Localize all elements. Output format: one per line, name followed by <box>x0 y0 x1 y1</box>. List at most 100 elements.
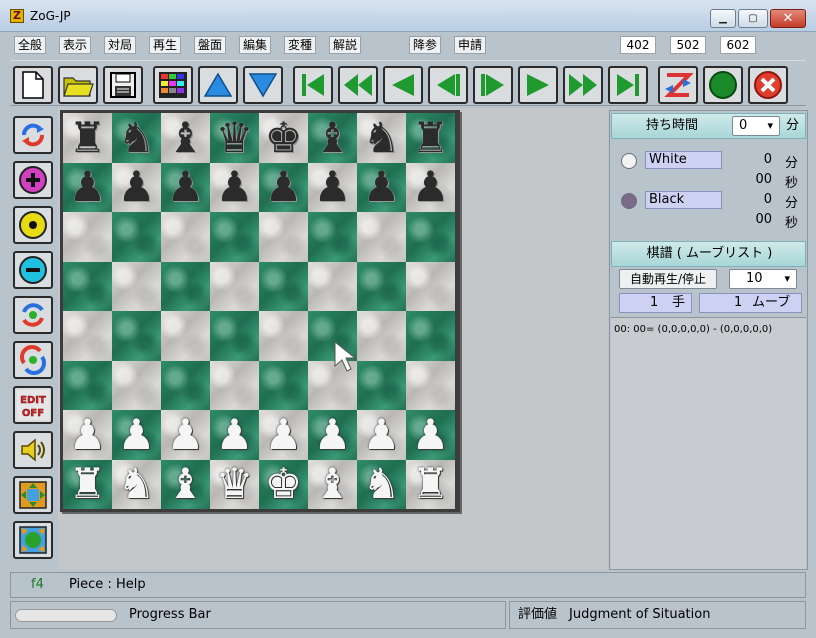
white-pawn-piece[interactable]: ♟ <box>118 413 156 456</box>
add-piece-button[interactable] <box>13 161 53 199</box>
undo-move-button[interactable] <box>428 66 468 104</box>
board-square[interactable]: ♞ <box>357 113 406 163</box>
minutes-select[interactable]: 0 ▾ <box>732 116 780 136</box>
board-square[interactable]: ♞ <box>112 459 161 509</box>
maximize-button[interactable]: ▢ <box>738 9 768 28</box>
white-pawn-piece[interactable]: ♟ <box>363 413 401 456</box>
white-pawn-piece[interactable]: ♟ <box>412 413 450 456</box>
board-square[interactable]: ♟ <box>406 162 455 212</box>
black-pawn-piece[interactable]: ♟ <box>216 166 254 208</box>
black-rook-piece[interactable]: ♜ <box>69 116 107 159</box>
board-square[interactable]: ♜ <box>63 459 112 509</box>
board-square[interactable]: ♟ <box>406 410 455 460</box>
black-pawn-piece[interactable]: ♟ <box>363 166 401 208</box>
expand-board-button[interactable] <box>13 476 53 514</box>
board-square[interactable]: ♟ <box>63 162 112 212</box>
board-square[interactable]: ♝ <box>161 459 210 509</box>
board-square[interactable]: ♟ <box>210 162 259 212</box>
black-pawn-piece[interactable]: ♟ <box>265 166 303 208</box>
board-square[interactable] <box>112 261 161 311</box>
auto-play-button[interactable]: 自動再生/停止 <box>619 269 717 289</box>
board-square[interactable]: ♞ <box>357 459 406 509</box>
board-square[interactable] <box>357 212 406 262</box>
white-radio[interactable] <box>621 153 637 169</box>
edit-off-button[interactable]: EDIT OFF <box>13 386 53 424</box>
menu-variant[interactable]: 変種 <box>284 36 317 54</box>
board-square[interactable] <box>63 212 112 262</box>
board-square[interactable]: ♚ <box>259 113 308 163</box>
board-square[interactable]: ♟ <box>259 410 308 460</box>
board-square[interactable]: ♟ <box>63 410 112 460</box>
board-square[interactable] <box>210 212 259 262</box>
menu-replay[interactable]: 再生 <box>149 36 182 54</box>
white-pawn-piece[interactable]: ♟ <box>69 413 107 456</box>
sound-button[interactable] <box>13 431 53 469</box>
black-knight-piece[interactable]: ♞ <box>363 116 401 159</box>
speed-select[interactable]: 10 ▾ <box>729 269 797 289</box>
board-square[interactable] <box>406 311 455 361</box>
board-square[interactable] <box>112 360 161 410</box>
white-pawn-piece[interactable]: ♟ <box>216 413 254 456</box>
board-square[interactable] <box>210 261 259 311</box>
menu-commentary[interactable]: 解説 <box>329 36 362 54</box>
black-queen-piece[interactable]: ♛ <box>216 116 254 159</box>
board-square[interactable] <box>210 360 259 410</box>
board-square[interactable] <box>259 311 308 361</box>
size-402-button[interactable]: 402 <box>620 36 656 54</box>
board-square[interactable]: ♝ <box>308 459 357 509</box>
board-square[interactable] <box>357 360 406 410</box>
white-king-piece[interactable]: ♚ <box>265 463 303 505</box>
board-square[interactable]: ♛ <box>210 459 259 509</box>
board-square[interactable] <box>63 311 112 361</box>
arrow-down-button[interactable] <box>243 66 283 104</box>
board-square[interactable]: ♟ <box>161 162 210 212</box>
black-pawn-piece[interactable]: ♟ <box>167 166 205 208</box>
size-602-button[interactable]: 602 <box>720 36 756 54</box>
board-square[interactable] <box>259 360 308 410</box>
black-rook-piece[interactable]: ♜ <box>412 116 450 159</box>
board-square[interactable]: ♛ <box>210 113 259 163</box>
recycle-button[interactable] <box>13 296 53 334</box>
white-knight-piece[interactable]: ♞ <box>363 463 401 505</box>
chess-board[interactable]: ♜ ♞ ♝ ♛ ♚ ♝ ♞ ♜ ♟ ♟ ♟ ♟ ♟ ♟ ♟ ♟ ♟ ♟ ♟ ♟ ♟ ♟ ♟ ♟ ♜ ♞ ♝ ♛ ♚ ♝ ♞ ♜ <box>60 110 460 512</box>
minimize-button[interactable]: ▁ <box>710 9 736 28</box>
step-forward-button[interactable] <box>518 66 558 104</box>
move-list[interactable]: 00: 00= (0,0,0,0,0) - (0,0,0,0,0) <box>611 317 806 569</box>
close-button[interactable]: ✕ <box>770 9 806 28</box>
exit-button[interactable] <box>748 66 788 104</box>
board-square[interactable] <box>161 261 210 311</box>
menu-resign[interactable]: 降参 <box>409 36 442 54</box>
black-knight-piece[interactable]: ♞ <box>118 116 156 159</box>
white-knight-piece[interactable]: ♞ <box>118 463 156 505</box>
black-radio[interactable] <box>621 193 637 209</box>
board-square[interactable] <box>259 261 308 311</box>
menu-request[interactable]: 申請 <box>454 36 487 54</box>
board-square[interactable]: ♟ <box>210 410 259 460</box>
board-square[interactable]: ♟ <box>112 410 161 460</box>
board-square[interactable] <box>406 261 455 311</box>
redo-move-button[interactable] <box>473 66 513 104</box>
white-rook-piece[interactable]: ♜ <box>412 463 450 505</box>
recycle-alt-button[interactable] <box>13 341 53 379</box>
board-square[interactable] <box>357 261 406 311</box>
menu-game[interactable]: 対局 <box>104 36 137 54</box>
white-pawn-piece[interactable]: ♟ <box>167 413 205 456</box>
go-first-button[interactable] <box>293 66 333 104</box>
black-pawn-piece[interactable]: ♟ <box>412 166 450 208</box>
go-last-button[interactable] <box>608 66 648 104</box>
board-square[interactable]: ♟ <box>357 162 406 212</box>
board-square[interactable] <box>357 311 406 361</box>
board-square[interactable] <box>259 212 308 262</box>
board-square[interactable]: ♞ <box>112 113 161 163</box>
rotate-board-button[interactable] <box>13 116 53 154</box>
board-square[interactable]: ♝ <box>161 113 210 163</box>
board-square[interactable]: ♟ <box>308 162 357 212</box>
remove-piece-button[interactable] <box>13 251 53 289</box>
white-rook-piece[interactable]: ♜ <box>69 463 107 505</box>
board-palette-button[interactable] <box>153 66 193 104</box>
step-back-fast-button[interactable] <box>338 66 378 104</box>
step-forward-fast-button[interactable] <box>563 66 603 104</box>
arrow-up-button[interactable] <box>198 66 238 104</box>
board-square[interactable] <box>112 212 161 262</box>
board-square[interactable] <box>161 360 210 410</box>
